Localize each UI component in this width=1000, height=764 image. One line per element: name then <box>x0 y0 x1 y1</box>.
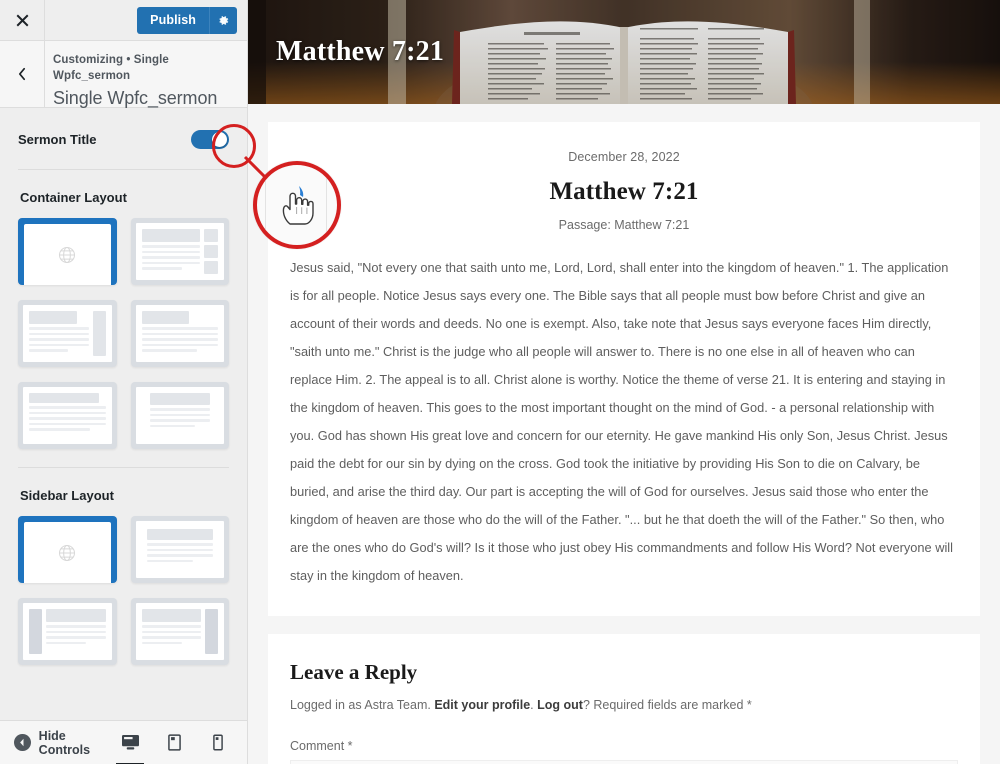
logged-in-notice: Logged in as Astra Team. Edit your profi… <box>290 695 958 715</box>
chevron-left-icon <box>18 67 26 81</box>
publish-area: Publish <box>45 0 247 40</box>
divider <box>18 169 229 170</box>
divider-2 <box>18 467 229 468</box>
breadcrumb: Customizing • Single Wpfc_sermon <box>53 54 169 82</box>
comment-form: Leave a Reply Logged in as Astra Team. E… <box>268 634 980 764</box>
site-preview: Matthew 7:21 December 28, 2022 Matthew 7… <box>248 0 1000 764</box>
logout-link[interactable]: Log out <box>537 698 583 712</box>
globe-icon <box>59 544 76 561</box>
leave-a-reply-heading: Leave a Reply <box>290 660 418 684</box>
sermon-title-toggle[interactable] <box>191 130 229 149</box>
post-title: Matthew 7:21 <box>549 178 699 205</box>
post-date: December 28, 2022 <box>568 150 680 164</box>
panel-header: Customizing • Single Wpfc_sermon Single … <box>0 41 247 108</box>
customizer-controls: Sermon Title Container Layout Sidebar La… <box>0 108 247 720</box>
back-button[interactable] <box>0 41 45 107</box>
comment-label: Comment * <box>290 739 353 753</box>
post-body: Jesus said, "Not every one that saith un… <box>290 260 953 583</box>
hide-controls-button[interactable]: Hide Controls <box>14 729 119 757</box>
publish-group: Publish <box>137 6 237 34</box>
publish-settings-button[interactable] <box>209 6 237 34</box>
sidebar-layout-option-right-sidebar[interactable] <box>130 598 229 665</box>
sidebar-layout-option-no-sidebar[interactable] <box>130 516 229 583</box>
panel-header-text: Customizing • Single Wpfc_sermon Single … <box>45 41 247 108</box>
control-sermon-title: Sermon Title <box>18 108 229 169</box>
tablet-icon <box>167 734 181 751</box>
gear-icon <box>219 15 229 25</box>
sermon-title-label: Sermon Title <box>18 132 97 147</box>
container-layout-option-default[interactable] <box>18 218 117 285</box>
sidebar-layout-option-default[interactable] <box>18 516 117 583</box>
post-passage: Passage: Matthew 7:21 <box>558 218 690 232</box>
customizer-sidebar: Publish Customizing • Single Wpfc_sermon… <box>0 0 248 764</box>
hero-title: Matthew 7:21 <box>276 36 445 67</box>
preview-scroll-area: December 28, 2022 Matthew 7:21 Passage: … <box>248 104 1000 764</box>
container-layout-option-full-width-contained[interactable] <box>18 382 117 449</box>
sidebar-layout-options <box>18 516 229 665</box>
sidebar-layout-option-left-sidebar[interactable] <box>18 598 117 665</box>
collapse-left-icon <box>14 734 31 751</box>
container-layout-option-plain-container[interactable] <box>130 300 229 367</box>
globe-icon <box>59 246 76 263</box>
desktop-icon <box>121 734 139 750</box>
container-layout-heading: Container Layout <box>20 190 127 205</box>
device-preview-switcher <box>116 732 233 764</box>
device-tablet-button[interactable] <box>163 732 185 754</box>
container-layout-options <box>18 218 229 449</box>
close-icon <box>16 14 28 26</box>
publish-button[interactable]: Publish <box>137 6 209 34</box>
sermon-article: December 28, 2022 Matthew 7:21 Passage: … <box>268 122 980 616</box>
logged-in-text: Logged in as Astra Team. <box>290 698 431 712</box>
mobile-icon <box>213 734 223 751</box>
hide-controls-label: Hide Controls <box>38 728 91 757</box>
required-note: ? Required fields are marked * <box>582 698 752 712</box>
customizer-footer: Hide Controls <box>0 720 247 764</box>
toggle-knob <box>212 132 227 147</box>
sidebar-layout-heading: Sidebar Layout <box>20 488 114 503</box>
hero-banner: Matthew 7:21 <box>248 0 1000 104</box>
container-layout-option-narrow-container[interactable] <box>130 382 229 449</box>
device-mobile-button[interactable] <box>207 732 229 754</box>
device-desktop-button[interactable] <box>116 732 144 764</box>
container-layout-option-content-boxed-right-sidebar[interactable] <box>130 218 229 285</box>
container-layout-option-boxed-right-sidebar[interactable] <box>18 300 117 367</box>
comment-input[interactable] <box>290 760 958 764</box>
customizer-topbar: Publish <box>0 0 247 41</box>
customizer-screen: Publish Customizing • Single Wpfc_sermon… <box>0 0 1000 764</box>
close-customizer-button[interactable] <box>0 0 45 40</box>
edit-profile-link[interactable]: Edit your profile <box>434 698 530 712</box>
